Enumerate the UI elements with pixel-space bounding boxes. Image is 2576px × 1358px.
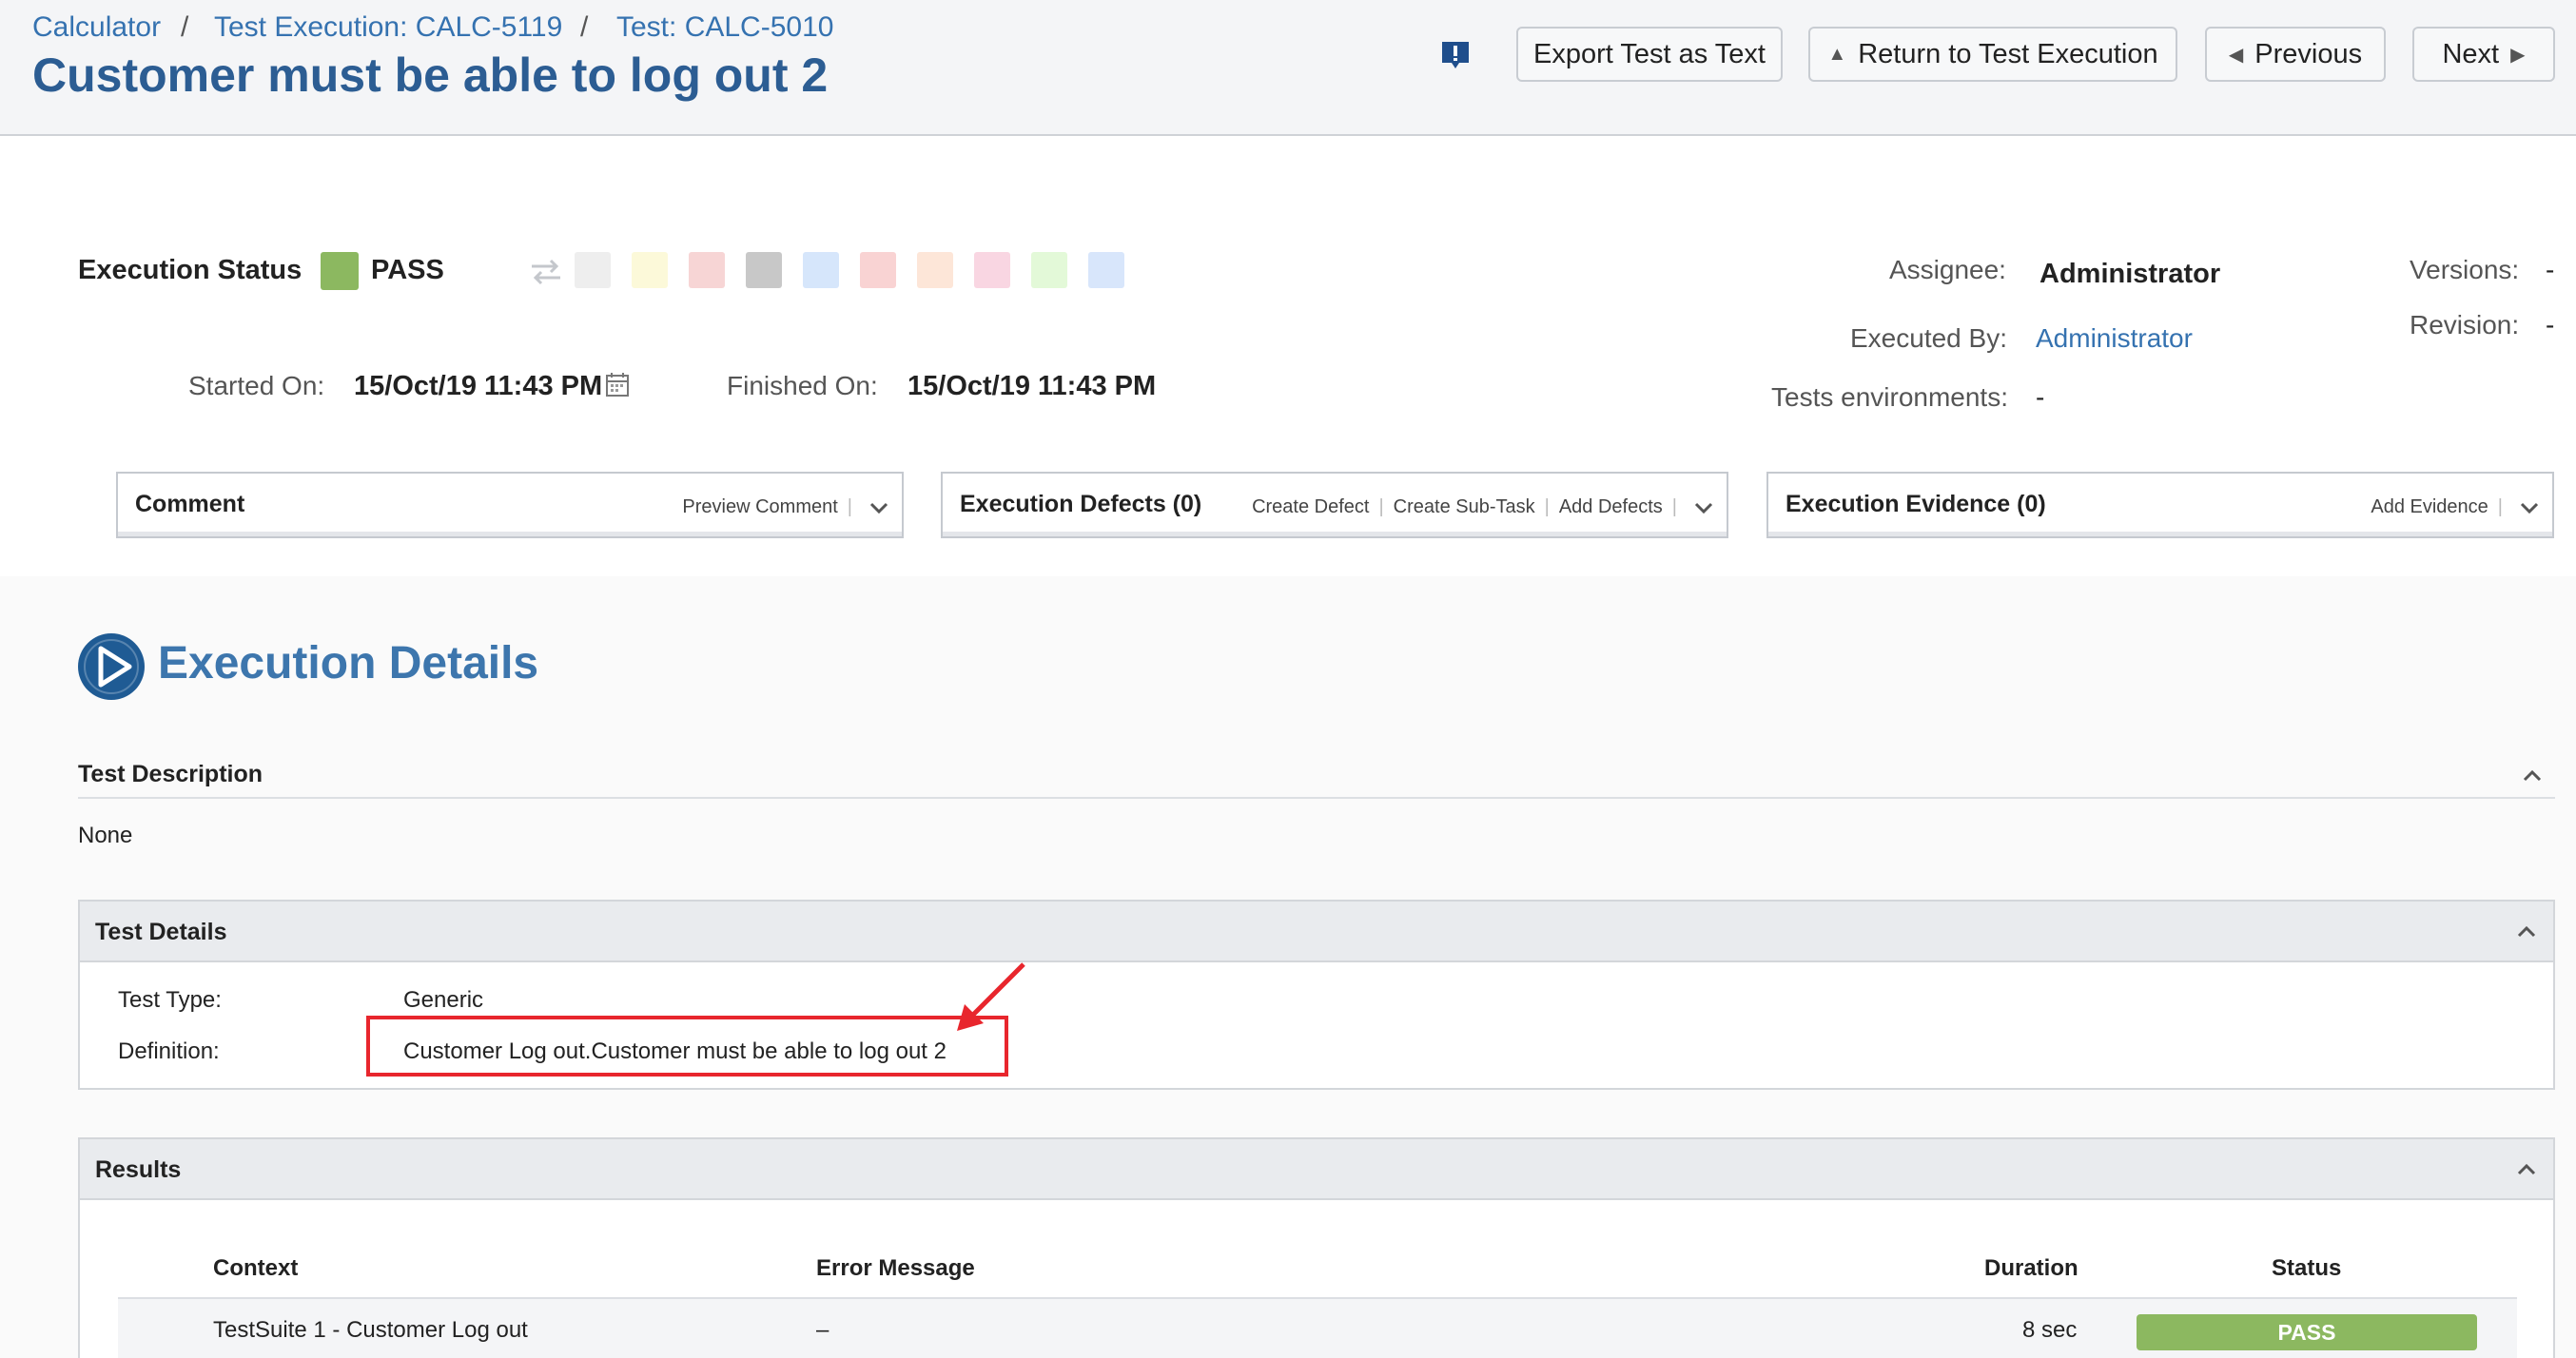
separator: |	[1544, 496, 1550, 517]
chevron-up-icon[interactable]	[2513, 1156, 2540, 1183]
status-color-option[interactable]	[803, 252, 839, 288]
status-color-option[interactable]	[575, 252, 611, 288]
execution-evidence-title: Execution Evidence (0)	[1786, 491, 2046, 517]
test-details-title: Test Details	[95, 919, 227, 945]
status-color-option[interactable]	[917, 252, 953, 288]
separator: |	[2497, 496, 2503, 517]
next-button[interactable]: Next ▶	[2412, 27, 2555, 82]
play-circle-icon	[76, 631, 146, 702]
versions-value[interactable]: -	[2546, 255, 2554, 285]
test-type-label: Test Type:	[118, 987, 222, 1013]
execution-defects-panel[interactable]: Execution Defects (0) Create Defect | Cr…	[941, 472, 1728, 538]
status-color-option[interactable]	[1088, 252, 1124, 288]
column-header-context[interactable]: Context	[213, 1255, 298, 1282]
execution-status-value: PASS	[371, 255, 444, 285]
row-duration: 8 sec	[2022, 1317, 2078, 1343]
status-color-option[interactable]	[860, 252, 896, 288]
tests-environments-value[interactable]: -	[2036, 382, 2044, 413]
chevron-down-icon[interactable]	[2516, 495, 2543, 521]
comment-panel[interactable]: Comment Preview Comment |	[116, 472, 904, 538]
executed-by-value[interactable]: Administrator	[2036, 323, 2193, 354]
chevron-down-icon[interactable]	[1690, 495, 1717, 521]
assignee-value[interactable]: Administrator	[2039, 259, 2220, 290]
execution-status-label: Execution Status	[78, 255, 302, 285]
add-evidence-link[interactable]: Add Evidence	[2371, 496, 2488, 518]
results-title: Results	[95, 1156, 182, 1183]
page-title: Customer must be able to log out 2	[32, 48, 829, 102]
comment-panel-title: Comment	[135, 491, 245, 517]
started-on-value: 15/Oct/19 11:43 PM	[354, 371, 603, 401]
export-button-label: Export Test as Text	[1533, 38, 1766, 69]
executed-by-label: Executed By:	[1850, 323, 2007, 353]
create-defect-link[interactable]: Create Defect	[1252, 496, 1369, 518]
test-details-header[interactable]: Test Details	[80, 902, 2553, 962]
add-defects-link[interactable]: Add Defects	[1559, 496, 1663, 518]
status-color-option[interactable]	[689, 252, 725, 288]
finished-on-label: Finished On:	[727, 371, 878, 400]
status-color-option[interactable]	[1031, 252, 1067, 288]
revision-label: Revision:	[2410, 310, 2520, 340]
status-color-swatch	[321, 252, 359, 290]
return-to-test-execution-button[interactable]: ▲ Return to Test Execution	[1808, 27, 2177, 82]
column-header-duration[interactable]: Duration	[1984, 1255, 2078, 1282]
status-color-option[interactable]	[632, 252, 668, 288]
chevron-up-icon[interactable]	[2513, 919, 2540, 945]
return-button-label: Return to Test Execution	[1858, 38, 2158, 69]
test-description-title: Test Description	[78, 761, 263, 787]
column-header-error-message[interactable]: Error Message	[816, 1255, 975, 1282]
separator: |	[1671, 496, 1677, 517]
breadcrumb-separator: /	[181, 11, 189, 43]
tests-environments-label: Tests environments:	[1771, 382, 2008, 412]
execution-evidence-actions: Add Evidence |	[2371, 496, 2503, 518]
separator: |	[1378, 496, 1384, 517]
finished-on-value: 15/Oct/19 11:43 PM	[907, 371, 1157, 401]
separator: |	[847, 496, 852, 517]
row-context: TestSuite 1 - Customer Log out	[213, 1317, 528, 1343]
chevron-up-icon[interactable]	[2519, 763, 2546, 789]
versions-label: Versions:	[2410, 255, 2520, 284]
breadcrumb-item-test-execution[interactable]: Test Execution: CALC-5119	[214, 11, 562, 44]
status-badge: PASS	[2137, 1314, 2477, 1350]
breadcrumb-item-project[interactable]: Calculator	[32, 11, 161, 44]
execution-defects-actions: Create Defect | Create Sub-Task | Add De…	[1252, 496, 1677, 518]
triangle-right-icon: ▶	[2510, 44, 2526, 66]
triangle-up-icon: ▲	[1827, 43, 1847, 65]
status-color-option[interactable]	[746, 252, 782, 288]
previous-button-label: Previous	[2254, 38, 2363, 69]
highlight-box	[366, 1016, 1008, 1077]
revision-value[interactable]: -	[2546, 310, 2554, 340]
status-color-option[interactable]	[974, 252, 1010, 288]
export-test-as-text-button[interactable]: Export Test as Text	[1516, 27, 1783, 82]
execution-defects-title: Execution Defects (0)	[960, 491, 1202, 517]
divider	[78, 797, 2555, 799]
test-description-value: None	[78, 823, 133, 848]
results-header[interactable]: Results	[80, 1139, 2553, 1200]
create-sub-task-link[interactable]: Create Sub-Task	[1394, 496, 1535, 518]
definition-label: Definition:	[118, 1038, 220, 1064]
annotation-arrow-icon	[957, 962, 1025, 1031]
row-error-message: –	[816, 1317, 829, 1343]
triangle-left-icon: ◀	[2228, 44, 2244, 66]
chevron-down-icon[interactable]	[866, 495, 892, 521]
next-button-label: Next	[2442, 38, 2500, 69]
previous-button[interactable]: ◀ Previous	[2205, 27, 2386, 82]
test-type-value: Generic	[403, 987, 484, 1013]
column-header-status[interactable]: Status	[2272, 1255, 2341, 1282]
preview-comment-link[interactable]: Preview Comment	[682, 496, 837, 518]
exclamation-speech-icon[interactable]	[1440, 40, 1471, 70]
calendar-icon[interactable]	[605, 371, 630, 398]
comment-panel-actions: Preview Comment |	[682, 496, 852, 518]
breadcrumb-item-test[interactable]: Test: CALC-5010	[616, 11, 833, 44]
assignee-label: Assignee:	[1889, 255, 2006, 284]
execution-details-heading: Execution Details	[158, 638, 539, 689]
execution-evidence-panel[interactable]: Execution Evidence (0) Add Evidence |	[1766, 472, 2554, 538]
swap-arrows-icon[interactable]	[528, 257, 564, 287]
started-on-label: Started On:	[188, 371, 325, 400]
breadcrumb-separator: /	[580, 11, 589, 43]
